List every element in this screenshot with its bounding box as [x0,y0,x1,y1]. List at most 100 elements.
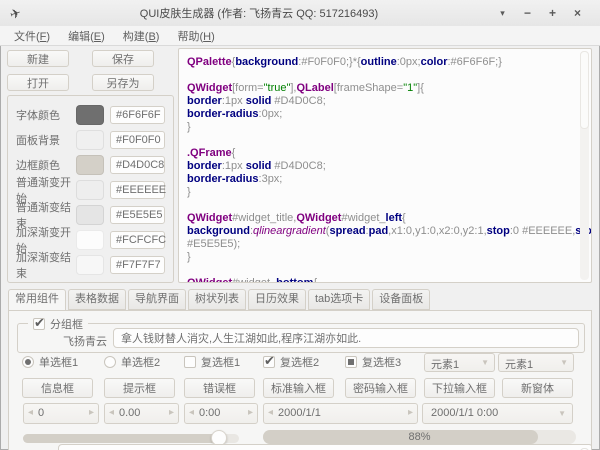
tab-日历效果[interactable]: 日历效果 [248,289,306,310]
titlebar[interactable]: ✈ QUI皮肤生成器 (作者: 飞扬青云 QQ: 517216493) ▾ − … [0,0,600,26]
checkbox-label: 复选框3 [362,354,401,370]
radio-icon [22,356,34,368]
color-value-field[interactable]: #F7F7F7 [110,256,165,274]
radio-label: 单选框2 [121,354,160,370]
code-line: .QFrame{ [187,147,577,160]
dialog-button-错误框[interactable]: 错误框 [184,378,255,398]
spinbox-value: 0:00 [199,407,220,419]
code-line: QWidget#widget_bottom{ [187,277,577,283]
spinbox-value: 0.00 [119,407,140,419]
code-line: border:1px solid #D4D0C8; [187,160,577,173]
color-swatch[interactable] [76,230,104,250]
color-value-field[interactable]: #FCFCFC [110,231,165,249]
tab-常用组件[interactable]: 常用组件 [8,289,66,311]
tab-树状列表[interactable]: 树状列表 [188,289,246,310]
spinbox-2[interactable]: 0:00 [184,403,258,424]
maximize-button[interactable]: + [540,6,565,20]
spinbox-0[interactable]: 0 [23,403,99,424]
sidebar-button-2[interactable]: 打开 [7,74,69,91]
tab-tab选项卡[interactable]: tab选项卡 [308,289,370,310]
code-line: } [187,186,577,199]
slider[interactable] [23,434,239,443]
editor-scrollbar-thumb[interactable] [580,51,589,129]
code-line: #E5E5E5); [187,238,577,251]
color-row: 加深渐变开始#FCFCFC [16,230,165,250]
color-swatch[interactable] [76,255,104,275]
code-line: border-radius:3px; [187,173,577,186]
spinboxes-row: 0 0.00 0:00 2000/1/1 2000/1/1 0:00 [9,403,591,424]
code-line: QPalette{background:#F0F0F0;}*{outline:0… [187,56,577,69]
color-value-field[interactable]: #D4D0C8 [110,156,165,174]
datetime-edit[interactable]: 2000/1/1 0:00 [422,403,573,424]
tab-导航界面[interactable]: 导航界面 [128,289,186,310]
color-value-field[interactable]: #F0F0F0 [110,131,165,149]
tab-表格数据[interactable]: 表格数据 [68,289,126,310]
color-label: 面板背景 [16,132,76,148]
code-line [187,134,577,147]
color-swatch[interactable] [76,180,104,200]
color-row: 普通渐变开始#EEEEEE [16,180,165,200]
spinbox-3[interactable]: 2000/1/1 [263,403,418,424]
code-line [187,199,577,212]
color-swatch[interactable] [76,130,104,150]
sidebar-button-1[interactable]: 保存 [92,50,154,67]
color-value-field[interactable]: #E5E5E5 [110,206,165,224]
color-row: 加深渐变结束#F7F7F7 [16,255,165,275]
color-label: 加深渐变结束 [16,249,76,281]
sidebar-button-3[interactable]: 另存为 [92,74,154,91]
code-line: background:qlineargradient(spread:pad,x1… [187,225,577,238]
code-line: } [187,251,577,264]
dialog-button-新窗体[interactable]: 新窗体 [502,378,573,398]
text-input[interactable] [113,328,579,348]
checkbox-复选框2[interactable]: 复选框2 [263,355,319,369]
controls-row: 单选框1 单选框2 复选框1 复选框2 复选框3 元素1元素1 [9,353,591,371]
app-window: ✈ QUI皮肤生成器 (作者: 飞扬青云 QQ: 517216493) ▾ − … [0,0,600,450]
spinbox-value: 2000/1/1 0:00 [431,407,498,419]
color-swatch[interactable] [76,105,104,125]
color-row: 边框颜色 #D4D0C8 [16,155,165,175]
qss-code-editor[interactable]: QPalette{background:#F0F0F0;}*{outline:0… [178,48,592,283]
code-line [187,264,577,277]
pin-dropdown-button[interactable]: ▾ [490,8,515,19]
color-row: 普通渐变结束#E5E5E5 [16,205,165,225]
plane-app-icon: ✈ [8,3,30,24]
spinbox-value: 0 [38,407,44,419]
dialog-button-密码输入框[interactable]: 密码输入框 [345,378,416,398]
color-swatch[interactable] [76,205,104,225]
menu-item-E[interactable]: 编辑(E) [63,28,110,44]
menu-item-B[interactable]: 构建(B) [118,28,165,44]
tab-设备面板[interactable]: 设备面板 [372,289,430,310]
close-button[interactable]: × [565,6,590,20]
bottom-textedit[interactable]: 拿人钱财替人消灾,人生江湖如此,程序江湖亦如此. [58,444,592,450]
editor-scrollbar[interactable] [580,51,589,280]
checkbox-复选框3[interactable]: 复选框3 [345,355,401,369]
code-line: border:1px solid #D4D0C8; [187,95,577,108]
color-value-field[interactable]: #EEEEEE [110,181,165,199]
author-label: 飞扬青云 [63,333,107,349]
menu-item-F[interactable]: 文件(F) [9,28,55,44]
color-label: 字体颜色 [16,107,76,123]
minimize-button[interactable]: − [515,6,540,20]
code-line: QWidget[form="true"],QLabel[frameShape="… [187,82,577,95]
sidebar-button-0[interactable]: 新建 [7,50,69,67]
dialog-button-提示框[interactable]: 提示框 [104,378,175,398]
radio-单选框1[interactable]: 单选框1 [22,355,78,369]
spinbox-value: 2000/1/1 [278,407,321,419]
color-swatch[interactable] [76,155,104,175]
dialog-button-信息框[interactable]: 信息框 [22,378,93,398]
radio-单选框2[interactable]: 单选框2 [104,355,160,369]
groupbox-checkbox[interactable] [33,318,45,330]
spinbox-1[interactable]: 0.00 [104,403,179,424]
checkbox-icon [184,356,196,368]
dialog-button-标准输入框[interactable]: 标准输入框 [263,378,334,398]
combobox-0[interactable]: 元素1 [424,353,495,372]
checkbox-label: 复选框2 [280,354,319,370]
checkbox-复选框1[interactable]: 复选框1 [184,355,240,369]
groupbox: 分组框 飞扬青云 [17,323,585,353]
code-line: border-radius:0px; [187,108,577,121]
color-label: 边框颜色 [16,157,76,173]
color-value-field[interactable]: #6F6F6F [110,106,165,124]
dialog-button-下拉输入框[interactable]: 下拉输入框 [424,378,495,398]
menu-item-H[interactable]: 帮助(H) [172,28,219,44]
combobox-1[interactable]: 元素1 [498,353,574,372]
